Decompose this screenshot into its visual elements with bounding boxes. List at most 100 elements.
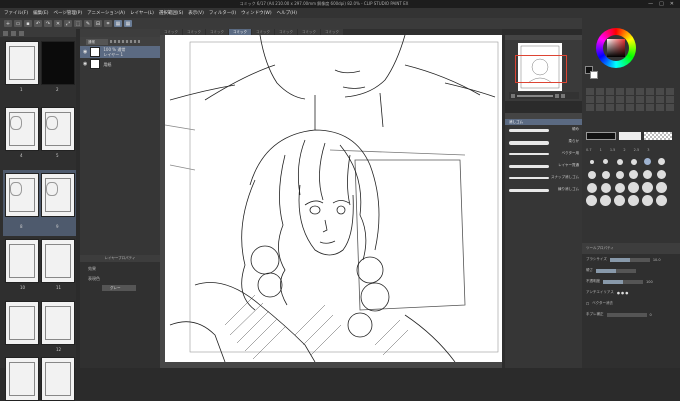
antialias-row[interactable]: アンチエイリアス ● ● ●	[582, 287, 680, 298]
tool-icon[interactable]	[616, 104, 624, 111]
zoom-in-icon[interactable]	[555, 93, 559, 98]
new-page-icon[interactable]: +	[4, 20, 12, 27]
tool-icon[interactable]	[636, 96, 644, 103]
brush-size-dot[interactable]	[656, 169, 667, 180]
stabilization-row[interactable]: 手ブレ補正 0	[582, 309, 680, 320]
stabilization-slider[interactable]	[606, 312, 647, 317]
brush-size-dot[interactable]	[628, 195, 639, 206]
page-thumbnail[interactable]	[5, 357, 39, 401]
maximize-button[interactable]: □	[659, 1, 664, 7]
subtool-item[interactable]: 練り消しゴム	[505, 185, 582, 197]
menu-layer[interactable]: レイヤー(L)	[130, 10, 154, 16]
brush-size-dot[interactable]	[656, 156, 667, 167]
subtool-item[interactable]: 硬め	[505, 125, 582, 137]
rotate-icon[interactable]	[561, 93, 565, 98]
brush-size-dot[interactable]	[600, 195, 611, 206]
tool-icon[interactable]	[656, 96, 664, 103]
page-spread[interactable]	[5, 41, 75, 85]
blend-mode-select[interactable]: 通常	[86, 38, 108, 45]
brush-size-dot[interactable]	[586, 182, 597, 193]
page-spread-selected[interactable]	[5, 173, 75, 217]
page-thumbnail[interactable]	[5, 41, 39, 85]
sub-color-bar[interactable]	[619, 132, 641, 140]
page-spread[interactable]	[5, 107, 75, 151]
menu-file[interactable]: ファイル(F)	[4, 10, 28, 16]
saturation-square[interactable]	[607, 39, 625, 57]
tool-icon[interactable]	[646, 88, 654, 95]
brush-size-dot[interactable]	[586, 195, 597, 206]
brush-size-slider[interactable]	[609, 257, 650, 262]
brush-size-dot[interactable]	[642, 156, 653, 167]
brush-size-dot[interactable]	[656, 195, 667, 206]
sub-color-swatch[interactable]	[590, 71, 598, 79]
snap-active-icon[interactable]: ▦	[124, 20, 132, 27]
tool-icon[interactable]	[606, 96, 614, 103]
brush-size-dot[interactable]	[600, 182, 611, 193]
page-thumbnail[interactable]	[41, 357, 75, 401]
expression-color-select[interactable]: グレー	[102, 285, 136, 291]
page-add-icon[interactable]	[3, 30, 8, 36]
minimize-button[interactable]: —	[648, 1, 653, 7]
save-icon[interactable]: ▪	[24, 20, 32, 27]
tool-icon[interactable]	[626, 96, 634, 103]
tool-icon[interactable]	[646, 104, 654, 111]
transform-icon[interactable]: ⤢	[64, 20, 72, 27]
eye-icon[interactable]: ◉	[83, 49, 87, 55]
tool-icon[interactable]	[666, 96, 674, 103]
antialias-icon[interactable]: ● ● ●	[617, 291, 628, 295]
tool-icon[interactable]	[656, 88, 664, 95]
brush-size-dot[interactable]	[656, 182, 667, 193]
subtool-item[interactable]: スナップ消しゴム	[505, 173, 582, 185]
tool-icon[interactable]	[616, 96, 624, 103]
page-thumbnail[interactable]	[41, 107, 75, 151]
opacity-slider[interactable]	[110, 40, 140, 43]
menu-page[interactable]: ページ管理(P)	[53, 10, 82, 16]
redo-icon[interactable]: ↷	[44, 20, 52, 27]
brush-size-dot[interactable]	[642, 195, 653, 206]
page-thumbnail[interactable]	[5, 107, 39, 151]
tool-icon[interactable]	[626, 88, 634, 95]
subtool-item[interactable]: ベクター用	[505, 149, 582, 161]
zoom-slider[interactable]	[517, 94, 553, 97]
menu-help[interactable]: ヘルプ(H)	[277, 10, 297, 16]
zoom-out-icon[interactable]	[511, 93, 515, 98]
menu-animation[interactable]: アニメーション(A)	[87, 10, 125, 16]
page-settings-icon[interactable]	[19, 30, 24, 36]
drawing-canvas[interactable]	[165, 35, 502, 362]
brush-size-dot[interactable]	[614, 156, 625, 167]
page-spread[interactable]	[5, 301, 75, 345]
menu-filter[interactable]: フィルター(I)	[209, 10, 236, 16]
brush-size-dot[interactable]	[600, 156, 611, 167]
brush-size-dot[interactable]	[586, 156, 597, 167]
page-thumbnail[interactable]	[41, 173, 75, 217]
tool-icon[interactable]	[636, 104, 644, 111]
open-icon[interactable]: ▭	[14, 20, 22, 27]
brush-size-dot[interactable]	[628, 169, 639, 180]
tool-icon[interactable]	[616, 88, 624, 95]
vector-erase-row[interactable]: ☐ ベクター消去	[582, 298, 680, 309]
tool-icon[interactable]	[626, 104, 634, 111]
tool-icon[interactable]	[666, 88, 674, 95]
page-delete-icon[interactable]	[11, 30, 16, 36]
subtool-item[interactable]: レイヤー貫通	[505, 161, 582, 173]
snap-icon[interactable]: ⌗	[104, 20, 112, 27]
tool-icon[interactable]	[666, 104, 674, 111]
pen-icon[interactable]: ✎	[84, 20, 92, 27]
page-thumbnail[interactable]	[41, 41, 75, 85]
grid-icon[interactable]: ▦	[114, 20, 122, 27]
navigator-view-rect[interactable]	[515, 55, 567, 83]
checkbox-icon[interactable]: ☐	[586, 302, 589, 306]
page-thumbnail[interactable]	[41, 239, 75, 283]
eye-icon[interactable]: ◉	[83, 61, 87, 67]
tool-icon[interactable]	[636, 88, 644, 95]
ruler-icon[interactable]: ⊟	[94, 20, 102, 27]
page-thumbnail[interactable]	[5, 239, 39, 283]
layer-row[interactable]: ◉ 用紙	[80, 58, 160, 70]
page-thumbnail[interactable]	[41, 301, 75, 345]
page-thumbnail[interactable]	[5, 173, 39, 217]
hardness-row[interactable]: 硬さ	[582, 265, 680, 276]
transparent-color-bar[interactable]	[644, 132, 672, 140]
tool-icon[interactable]	[606, 88, 614, 95]
undo-icon[interactable]: ↶	[34, 20, 42, 27]
tool-icon[interactable]	[656, 104, 664, 111]
